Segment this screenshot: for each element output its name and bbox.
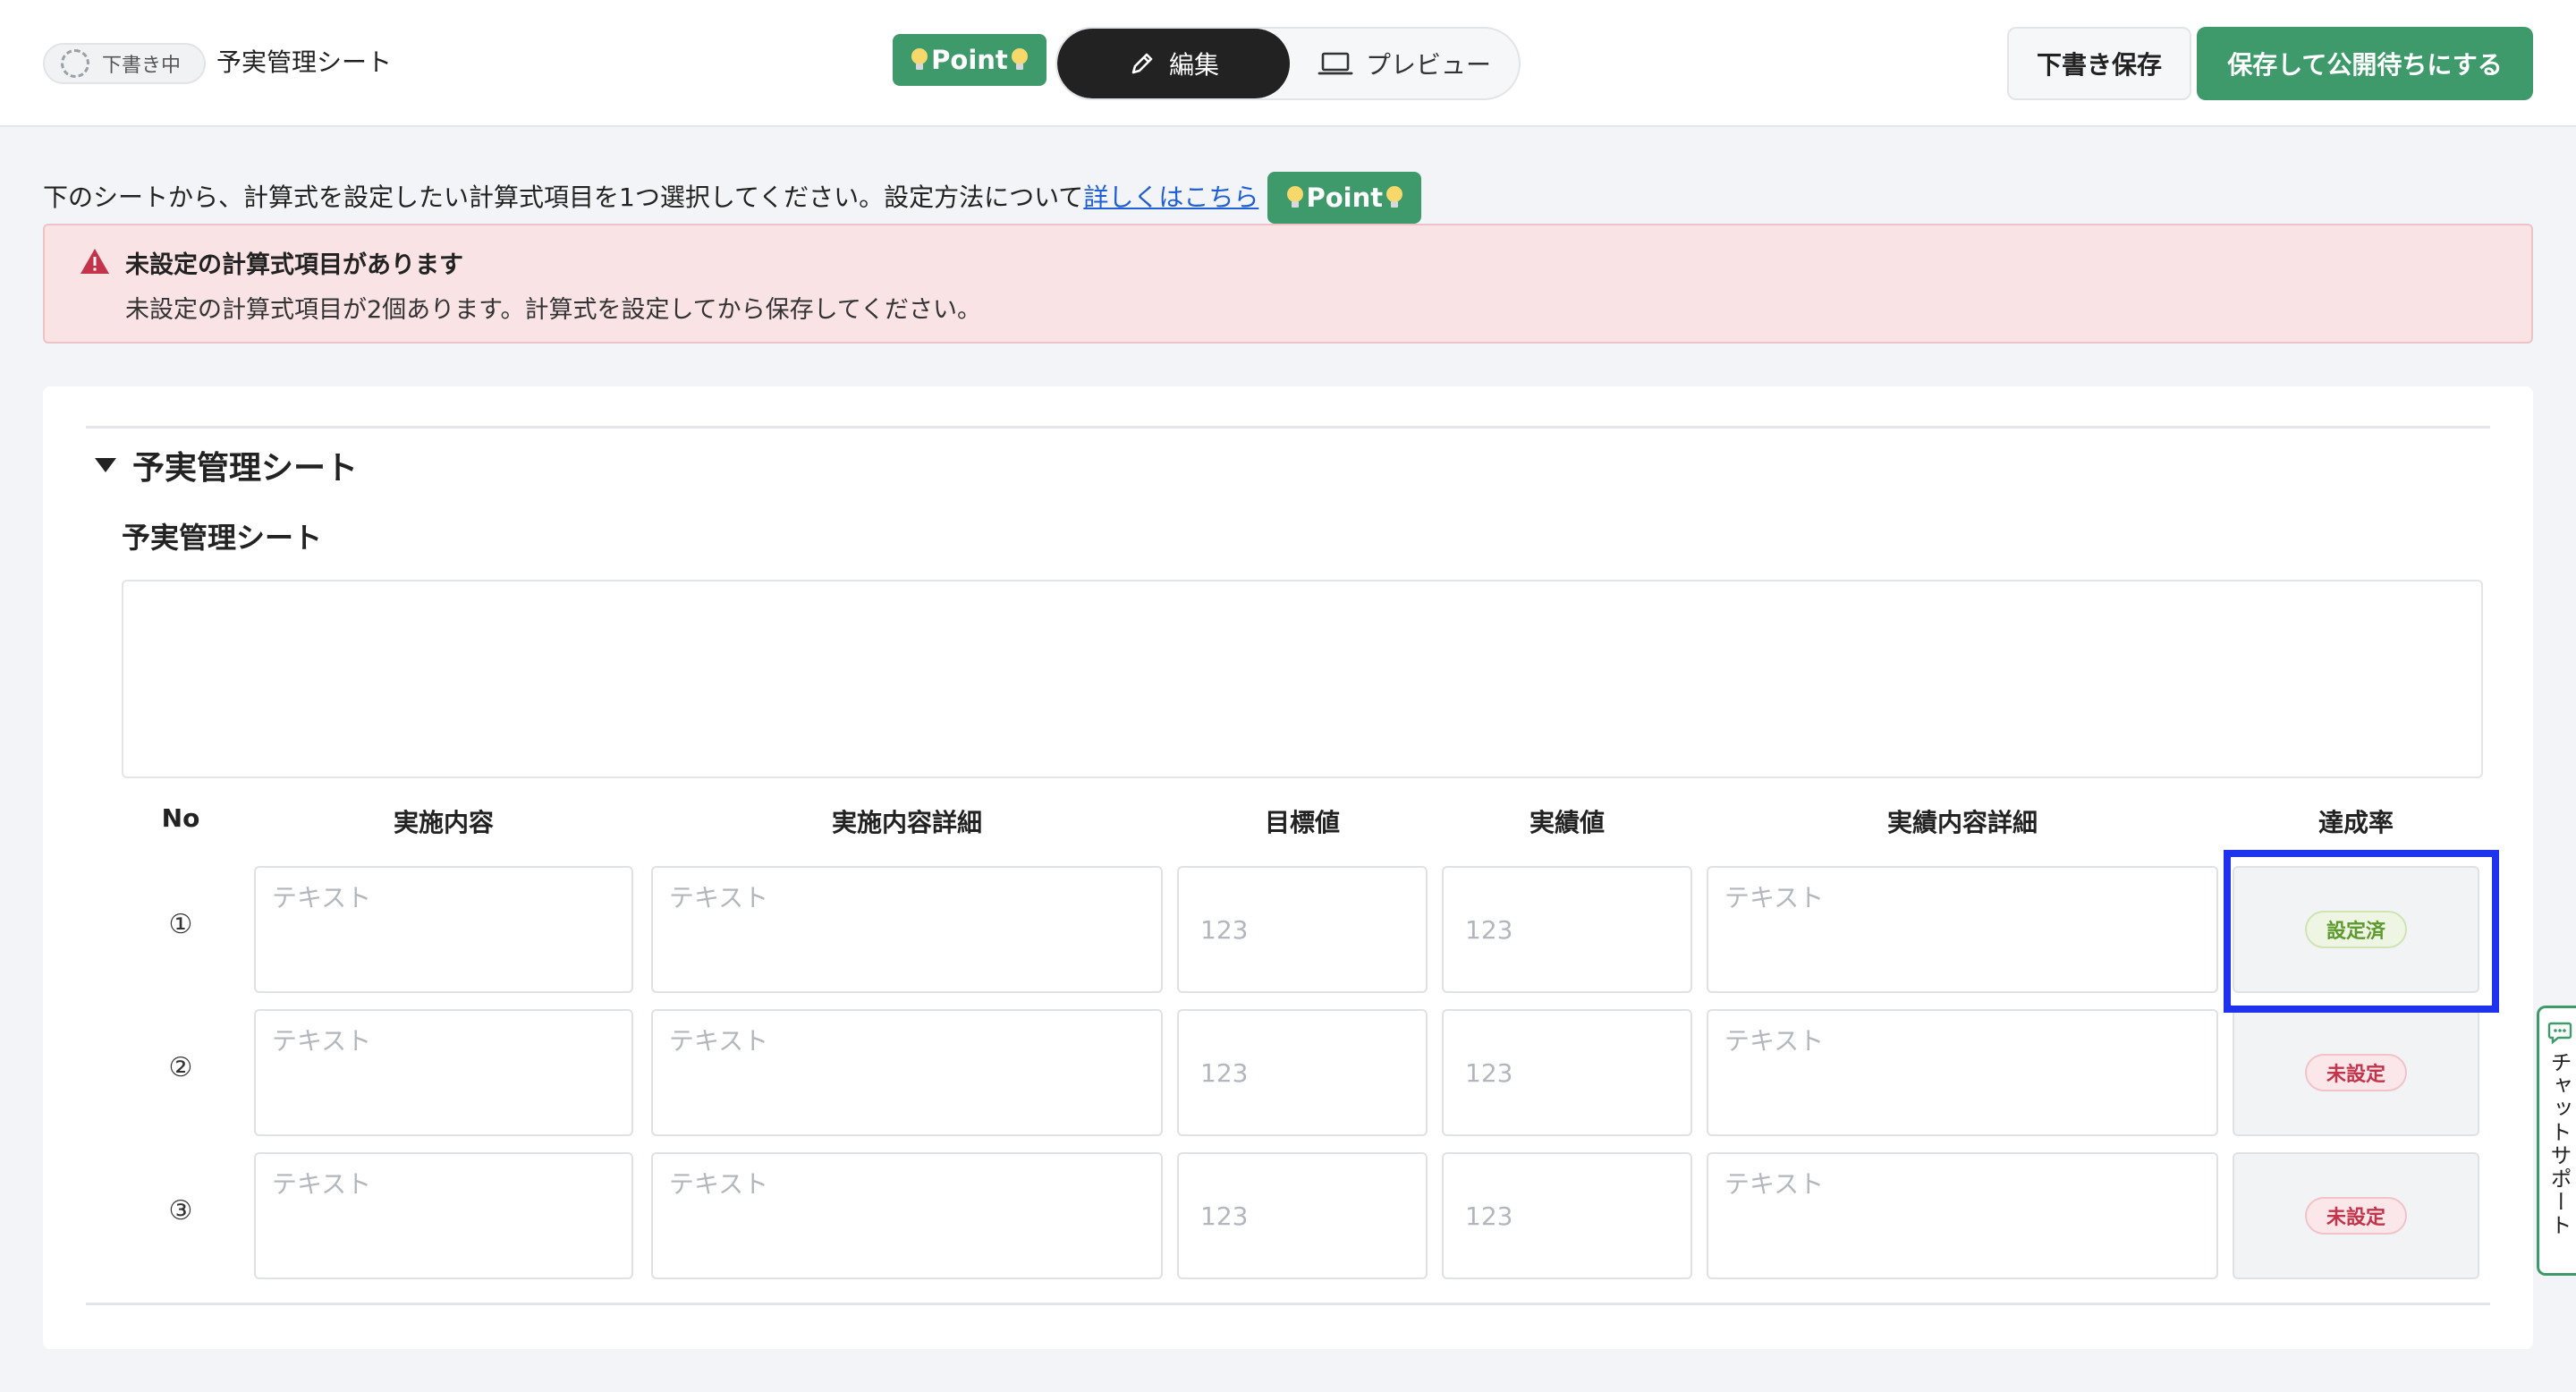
divider [86, 1303, 2490, 1305]
lightbulb-icon [1386, 186, 1403, 209]
chat-support-label: チャットサポート [2546, 1051, 2572, 1237]
caret-down-icon [95, 458, 116, 472]
divider [86, 426, 2490, 429]
draft-status-badge: 下書き中 [43, 43, 206, 84]
content-input[interactable]: テキスト [254, 1152, 633, 1279]
point-label: Point [1306, 182, 1384, 213]
column-header-target: 目標値 [1264, 808, 1340, 837]
row-number: ② [168, 1052, 193, 1083]
sheet-description-area[interactable] [122, 580, 2483, 778]
content-input[interactable]: テキスト [254, 866, 633, 993]
column-header-no: No [161, 803, 200, 833]
actual-value-input[interactable]: 123 [1442, 1009, 1692, 1136]
top-header: 下書き中 予実管理シート Point 編集 プレビュー 下書き保存 保存して公開… [0, 0, 2576, 127]
draft-status-label: 下書き中 [102, 55, 182, 77]
achievement-rate-formula-cell[interactable]: 未設定 [2233, 1009, 2479, 1136]
point-tip-button[interactable]: Point [1267, 172, 1422, 224]
laptop-icon [1318, 52, 1353, 75]
column-header-achievement-rate: 達成率 [2318, 808, 2394, 837]
details-link[interactable]: 詳しくはこちら [1083, 180, 1258, 216]
preview-mode-button[interactable]: プレビュー [1290, 29, 1519, 98]
status-badge: 未設定 [2304, 1197, 2407, 1235]
content-detail-input[interactable]: テキスト [651, 866, 1163, 993]
actual-detail-input[interactable]: テキスト [1707, 1152, 2218, 1279]
sheet-panel: 予実管理シート 予実管理シート No 実施内容 実施内容詳細 目標値 実績値 実… [43, 386, 2533, 1349]
instruction-body: 下のシートから、計算式を設定したい計算式項目を1つ選択してください。設定方法につ… [43, 182, 1084, 212]
save-and-publish-button[interactable]: 保存して公開待ちにする [2197, 27, 2533, 100]
mode-toggle: 編集 プレビュー [1055, 27, 1521, 100]
lightbulb-icon [1011, 48, 1028, 72]
actual-detail-input[interactable]: テキスト [1707, 1009, 2218, 1136]
alert-message: 未設定の計算式項目が2個あります。計算式を設定してから保存してください。 [125, 296, 982, 324]
actual-value-input[interactable]: 123 [1442, 1152, 1692, 1279]
chat-support-tab[interactable]: チャットサポート [2537, 1006, 2576, 1276]
warning-alert: 未設定の計算式項目があります 未設定の計算式項目が2個あります。計算式を設定して… [43, 224, 2533, 344]
row-number: ③ [168, 1195, 193, 1226]
alert-title: 未設定の計算式項目があります [125, 251, 463, 279]
point-label: Point [931, 45, 1008, 75]
target-value-input[interactable]: 123 [1177, 1009, 1428, 1136]
content-detail-input[interactable]: テキスト [651, 1009, 1163, 1136]
edit-mode-button[interactable]: 編集 [1057, 29, 1290, 98]
section-title: 予実管理シート [132, 450, 359, 487]
column-header-actual-detail: 実績内容詳細 [1886, 808, 2038, 837]
content-input[interactable]: テキスト [254, 1009, 633, 1136]
achievement-rate-formula-cell[interactable]: 未設定 [2233, 1152, 2479, 1279]
lightbulb-icon [911, 48, 928, 72]
actual-value-input[interactable]: 123 [1442, 866, 1692, 993]
point-tip-button[interactable]: Point [893, 34, 1046, 86]
selection-highlight [2224, 850, 2499, 1013]
preview-mode-label: プレビュー [1365, 50, 1491, 80]
content-detail-input[interactable]: テキスト [651, 1152, 1163, 1279]
column-header-content-detail: 実施内容詳細 [831, 808, 982, 837]
column-header-actual: 実績値 [1529, 808, 1605, 837]
draft-status-icon [61, 49, 89, 78]
column-header-content: 実施内容 [393, 808, 494, 837]
lightbulb-icon [1286, 186, 1303, 209]
warning-icon [80, 249, 109, 274]
pencil-icon [1131, 53, 1153, 74]
document-title: 予実管理シート [216, 47, 393, 77]
chat-bubble-icon [2547, 1022, 2572, 1044]
actual-detail-input[interactable]: テキスト [1707, 866, 2218, 993]
target-value-input[interactable]: 123 [1177, 1152, 1428, 1279]
status-badge: 未設定 [2304, 1054, 2407, 1091]
section-toggle[interactable]: 予実管理シート [95, 442, 358, 488]
instruction-text: 下のシートから、計算式を設定したい計算式項目を1つ選択してください。設定方法につ… [43, 172, 1422, 224]
edit-mode-label: 編集 [1168, 50, 1219, 80]
draft-save-button[interactable]: 下書き保存 [2007, 27, 2191, 100]
sheet-label: 予実管理シート [122, 521, 323, 555]
row-number: ① [168, 909, 193, 940]
target-value-input[interactable]: 123 [1177, 866, 1428, 993]
